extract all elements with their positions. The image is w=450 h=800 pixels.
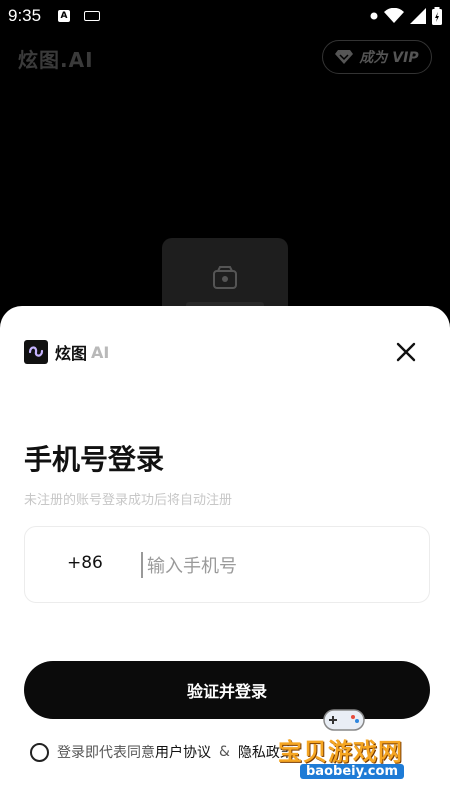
cellular-icon <box>410 8 426 24</box>
vip-label: 成为 VIP <box>359 50 419 66</box>
watermark-url: baobeiy.com <box>300 764 404 779</box>
app-logo: 炫图.AI <box>18 48 94 72</box>
become-vip-button[interactable]: 成为 VIP <box>322 40 432 74</box>
close-icon <box>396 342 416 362</box>
image-upload-icon <box>213 266 237 289</box>
status-time: 9:35 <box>8 6 42 25</box>
gamepad-icon <box>323 709 365 731</box>
agreement-checkbox[interactable] <box>30 742 49 762</box>
brand-name: 炫图 <box>55 344 88 363</box>
brand-header: 炫图 AI <box>24 340 109 364</box>
status-icons <box>370 6 442 26</box>
wifi-icon <box>384 8 404 23</box>
brand-ai-suffix: AI <box>91 342 110 362</box>
text-cursor <box>141 552 143 578</box>
notification-a-icon: A <box>58 10 70 22</box>
page-subtitle: 未注册的账号登录成功后将自动注册 <box>24 493 233 508</box>
page-title: 手机号登录 <box>24 443 165 476</box>
watermark: 宝贝游戏网 baobeiy.com <box>270 704 420 790</box>
battery-icon <box>432 7 442 25</box>
brand-logo-icon <box>24 340 48 364</box>
close-button[interactable] <box>392 338 420 366</box>
user-agreement-link[interactable]: 用户协议 <box>155 742 211 762</box>
phone-field-container: +86 <box>24 526 430 603</box>
diamond-icon <box>335 50 354 64</box>
country-code-selector[interactable]: +86 <box>67 553 103 573</box>
status-bar: 9:35 A <box>0 0 450 32</box>
agreement-row: 登录即代表同意 用户协议 & 隐私政策 <box>30 742 294 762</box>
phone-number-input[interactable] <box>145 545 409 587</box>
agreement-and: & <box>219 744 230 760</box>
watermark-title: 宝贝游戏网 <box>278 738 403 766</box>
signal-dot-icon <box>370 12 378 20</box>
agreement-text: 登录即代表同意 <box>57 745 155 761</box>
keyboard-icon <box>84 11 100 21</box>
